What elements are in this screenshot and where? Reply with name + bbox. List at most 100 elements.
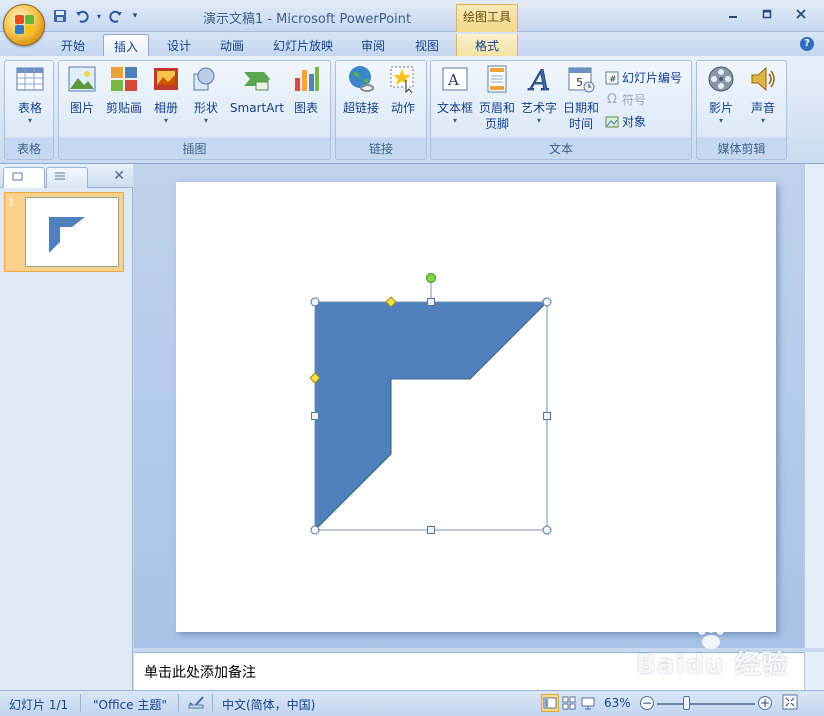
restore-button[interactable] (750, 4, 784, 24)
photo-album-button[interactable]: 相册 ▾ (149, 64, 183, 126)
office-button[interactable] (3, 4, 45, 46)
film-reel-icon (706, 64, 736, 94)
hyperlink-icon (346, 64, 376, 94)
window-controls (716, 4, 818, 24)
group-label-illustrations: 插图 (182, 142, 207, 156)
tab-slide-show[interactable]: 幻灯片放映 (266, 34, 340, 56)
outline-view-icon (55, 172, 65, 180)
slide-thumbnail-number: 1 (8, 197, 15, 208)
close-button[interactable] (784, 4, 818, 24)
spell-check-icon[interactable] (188, 694, 206, 713)
half-frame-shape[interactable] (314, 301, 549, 532)
shapes-button[interactable]: 形状 ▾ (189, 64, 223, 126)
svg-text:A: A (447, 71, 459, 89)
tab-review[interactable]: 审阅 (352, 34, 394, 56)
outline-tab[interactable] (46, 167, 88, 188)
shape-layer (309, 273, 552, 535)
resize-handle-top-left[interactable] (310, 297, 320, 307)
slide-number-button[interactable]: # 幻灯片编号 (605, 69, 682, 86)
tab-design[interactable]: 设计 (158, 34, 200, 56)
hyperlink-button[interactable]: 超链接 (340, 64, 382, 116)
fit-to-window-button[interactable] (782, 694, 798, 713)
normal-view-button[interactable] (541, 694, 559, 712)
object-button[interactable]: 对象 (605, 113, 646, 130)
theme-name[interactable]: "Office 主题" (93, 696, 167, 713)
chart-icon (291, 64, 321, 94)
notes-scrollbar[interactable] (804, 652, 824, 690)
resize-handle-right[interactable] (543, 412, 551, 420)
action-button[interactable]: 动作 (384, 64, 422, 116)
wordart-icon: A (524, 64, 554, 98)
slide-sorter-icon (562, 696, 576, 710)
tab-view[interactable]: 视图 (406, 34, 448, 56)
slide-show-button[interactable] (579, 694, 597, 712)
resize-handle-left[interactable] (311, 412, 319, 420)
dropdown-arrow-icon: ▾ (536, 116, 541, 125)
tab-format[interactable]: 格式 (456, 34, 518, 56)
clipart-button[interactable]: 剪贴画 (105, 64, 143, 116)
table-button[interactable]: 表格 ▾ (11, 64, 49, 126)
tab-animations[interactable]: 动画 (211, 34, 253, 56)
group-label-media: 媒体剪辑 (717, 142, 766, 156)
resize-handle-bottom-left[interactable] (310, 525, 320, 535)
resize-handle-bottom[interactable] (427, 526, 435, 534)
resize-handle-bottom-right[interactable] (542, 525, 552, 535)
zoom-level[interactable]: 63% (604, 696, 631, 710)
rotation-handle[interactable] (426, 273, 436, 283)
watermark-text: Baidu 经验 (636, 650, 789, 680)
symbol-button[interactable]: Ω 符号 (605, 91, 646, 108)
zoom-slider-track[interactable] (657, 703, 755, 705)
slide-thumbnail[interactable] (25, 197, 119, 267)
picture-icon (67, 64, 97, 94)
slide-canvas[interactable] (176, 182, 776, 632)
wordart-button[interactable]: A 艺术字 ▾ (519, 64, 559, 126)
zoom-in-button[interactable]: + (758, 696, 772, 710)
photo-album-icon (151, 64, 181, 94)
resize-handle-top[interactable] (427, 298, 435, 306)
status-separator (80, 694, 81, 712)
title-bar: ▾ ▾ 演示文稿1 - Microsoft PowerPoint 绘图工具 (0, 0, 824, 32)
vertical-scrollbar[interactable] (804, 164, 824, 648)
notes-placeholder[interactable]: 单击此处添加备注 (144, 662, 256, 682)
group-label-text: 文本 (548, 142, 573, 156)
minimize-button[interactable] (716, 4, 750, 24)
help-icon[interactable]: ? (800, 37, 814, 51)
textbox-button[interactable]: A 文本框 ▾ (435, 64, 475, 126)
office-logo-icon (15, 15, 35, 35)
svg-text:#: # (609, 75, 617, 85)
action-icon (388, 64, 418, 94)
slide-thumbnail-selected[interactable]: 1 (4, 192, 124, 272)
dropdown-arrow-icon: ▾ (203, 116, 208, 125)
picture-button[interactable]: 图片 (65, 64, 99, 116)
chart-button[interactable]: 图表 (289, 64, 323, 116)
textbox-icon: A (440, 64, 470, 94)
header-footer-button[interactable]: 页眉和 页脚 (477, 64, 517, 132)
zoom-slider-thumb[interactable] (683, 696, 690, 710)
sound-button[interactable]: 声音 ▾ (743, 64, 783, 126)
dropdown-arrow-icon: ▾ (452, 116, 457, 125)
calendar-icon: 5 (566, 64, 596, 94)
group-label-table: 表格 (16, 142, 41, 156)
close-panel-icon[interactable]: ✕ (113, 168, 125, 184)
tab-home[interactable]: 开始 (52, 34, 94, 56)
resize-handle-top-right[interactable] (542, 297, 552, 307)
table-icon (15, 64, 45, 94)
status-separator (178, 694, 179, 712)
watermark-subtext: jingyan.baidu.com (650, 678, 752, 691)
status-separator (212, 694, 213, 712)
shapes-icon (191, 64, 221, 94)
zoom-out-button[interactable]: − (640, 696, 654, 710)
slides-tab[interactable] (3, 167, 45, 188)
dropdown-arrow-icon: ▾ (27, 116, 32, 125)
slide-show-icon (581, 697, 595, 710)
slide-sorter-button[interactable] (560, 694, 578, 712)
ribbon-tab-bar: 开始 插入 设计 动画 幻灯片放映 审阅 视图 格式 ? (0, 32, 824, 56)
tab-insert[interactable]: 插入 (103, 34, 149, 56)
language-indicator[interactable]: 中文(简体，中国) (222, 696, 315, 713)
window-title: 演示文稿1 - Microsoft PowerPoint (202, 12, 412, 27)
datetime-button[interactable]: 5 日期和 时间 (561, 64, 601, 132)
smartart-button[interactable]: SmartArt (229, 64, 285, 116)
ribbon: 表格 ▾ 表格 图片 剪贴画 相册 ▾ 形状 ▾ SmartArt 图表 插图 … (0, 56, 824, 164)
movie-button[interactable]: 影片 ▾ (701, 64, 741, 126)
slide-counter: 幻灯片 1/1 (9, 698, 69, 712)
